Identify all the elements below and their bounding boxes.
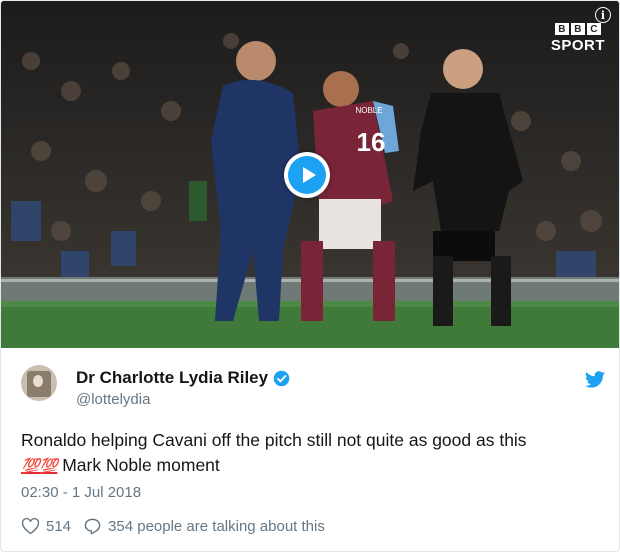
user-handle[interactable]: @lottelydia [76, 391, 150, 408]
play-button[interactable] [284, 152, 330, 198]
shirt-number: 16 [357, 127, 386, 157]
shirt-name: NOBLE [355, 106, 382, 115]
conversation-button[interactable]: 354 people are talking about this [83, 517, 325, 536]
embedded-tweet-card[interactable]: 16 NOBLE i B B C SPORT Dr Charlotte Lydia… [0, 0, 620, 552]
bbc-sport-label: SPORT [550, 37, 605, 54]
tweet-actions: 514 354 people are talking about this [21, 517, 325, 536]
tweet-text-line2: Mark Noble moment [57, 455, 220, 475]
heart-icon [21, 517, 40, 535]
tweet-header: Dr Charlotte Lydia Riley @lottelydia [21, 365, 606, 411]
twitter-bird-icon[interactable] [584, 369, 606, 391]
like-button[interactable]: 514 [21, 517, 71, 536]
video-thumbnail[interactable]: 16 NOBLE i B B C SPORT [1, 1, 619, 348]
bbc-block: C [586, 23, 601, 35]
info-icon[interactable]: i [595, 7, 611, 23]
tweet-text-line1: Ronaldo helping Cavani off the pitch sti… [21, 430, 527, 450]
display-name[interactable]: Dr Charlotte Lydia Riley [76, 368, 268, 388]
bbc-sport-logo: B B C SPORT [551, 23, 605, 54]
speech-bubble-icon [84, 518, 101, 535]
hundred-points-emoji: 💯💯 [21, 458, 58, 475]
bbc-block: B [554, 23, 569, 35]
verified-badge-icon [273, 370, 290, 386]
avatar[interactable] [21, 365, 57, 401]
tweet-text: Ronaldo helping Cavani off the pitch sti… [21, 428, 601, 479]
play-icon [288, 156, 326, 194]
like-count: 514 [46, 518, 72, 535]
tweet-timestamp[interactable]: 02:30 - 1 Jul 2018 [21, 484, 141, 501]
bbc-block: B [570, 23, 585, 35]
conversation-text: 354 people are talking about this [108, 518, 325, 535]
